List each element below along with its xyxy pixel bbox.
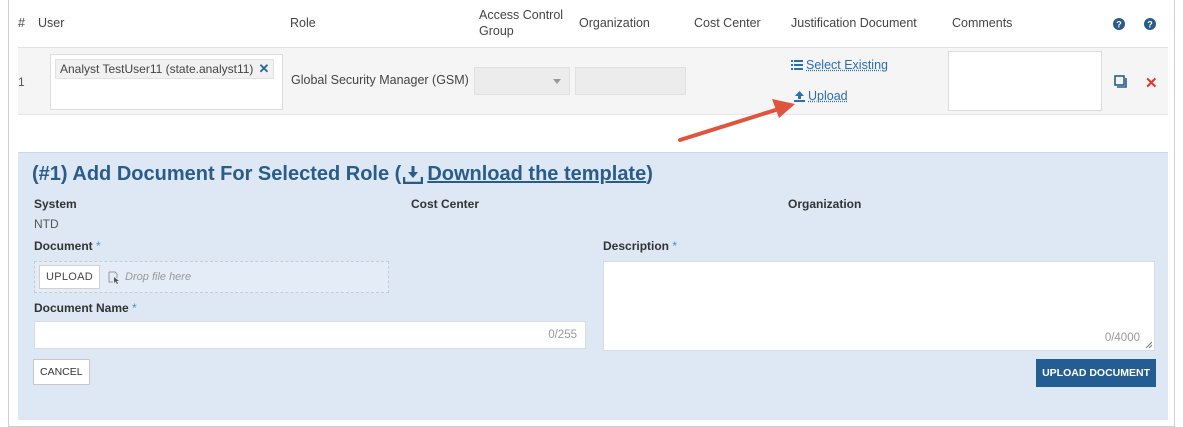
document-label: Document * xyxy=(34,239,101,253)
description-textarea[interactable]: 0/4000 xyxy=(603,261,1155,351)
document-label-text: Document xyxy=(34,239,93,253)
download-template-link[interactable]: Download the template xyxy=(403,163,646,186)
system-value: NTD xyxy=(34,217,59,231)
required-mark: * xyxy=(672,239,678,253)
resize-handle-icon[interactable] xyxy=(1145,341,1152,348)
required-mark: * xyxy=(96,239,101,253)
add-document-panel: (#1) Add Document For Selected Role ( Do… xyxy=(18,152,1168,420)
cost-center-label: Cost Center xyxy=(411,197,480,211)
description-label-text: Description xyxy=(603,239,670,253)
system-label: System xyxy=(34,197,77,211)
drop-file-hint: Drop file here xyxy=(108,271,191,284)
upload-document-button[interactable]: UPLOAD DOCUMENT xyxy=(1036,359,1156,387)
document-name-label-text: Document Name xyxy=(34,301,129,315)
document-name-label: Document Name * xyxy=(34,301,137,315)
panel-title: (#1) Add Document For Selected Role ( Do… xyxy=(32,163,653,186)
required-mark: * xyxy=(132,301,137,315)
document-name-input[interactable]: 0/255 xyxy=(34,321,586,349)
download-template-label: Download the template xyxy=(427,163,647,185)
drop-file-text: Drop file here xyxy=(125,271,192,283)
cancel-button[interactable]: CANCEL xyxy=(33,359,90,385)
panel-title-text: (#1) Add Document For Selected Role ( xyxy=(32,163,402,185)
organization-label: Organization xyxy=(788,197,862,211)
panel-title-suffix: ) xyxy=(646,163,653,185)
document-name-counter: 0/255 xyxy=(548,329,577,341)
file-drop-icon xyxy=(108,271,120,284)
description-counter: 0/4000 xyxy=(1104,332,1140,344)
description-label: Description * xyxy=(603,239,677,253)
download-icon xyxy=(403,165,424,184)
document-dropzone[interactable]: UPLOAD Drop file here xyxy=(34,261,389,293)
upload-button[interactable]: UPLOAD xyxy=(39,265,101,289)
